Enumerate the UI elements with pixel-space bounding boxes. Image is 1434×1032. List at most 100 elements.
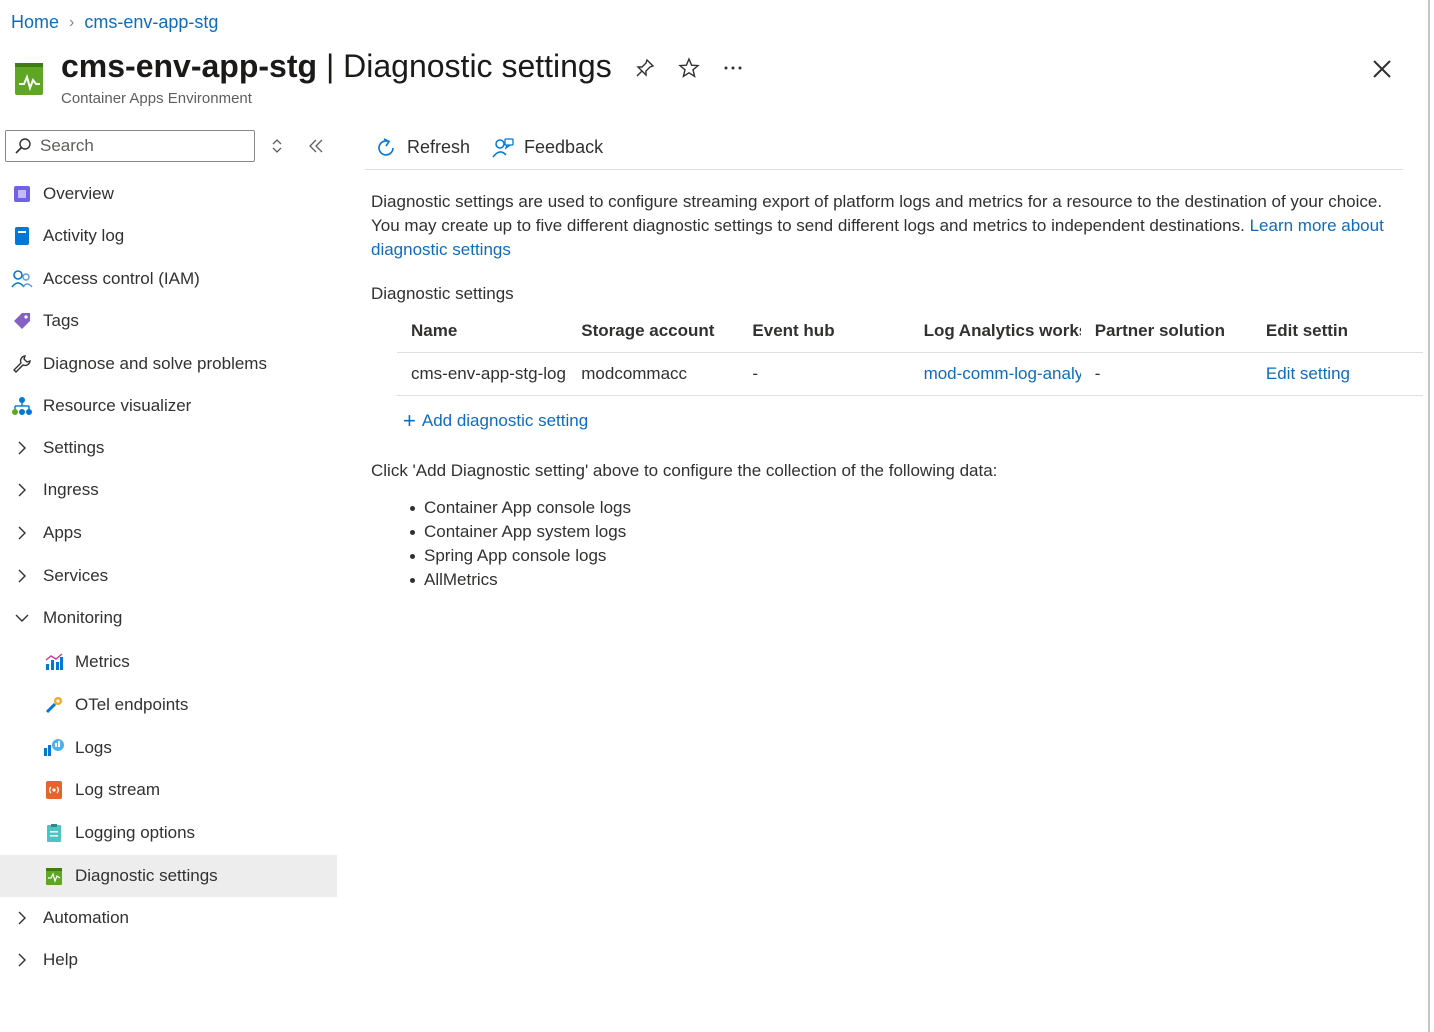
sidebar-item-label: Apps [43,523,82,542]
command-bar: Refresh Feedback [365,126,1403,170]
breadcrumb: Home › cms-env-app-stg [11,12,218,33]
page-title: cms-env-app-stg | Diagnostic settings [61,48,612,85]
chevron-right-icon [11,479,33,501]
overview-icon [11,183,33,205]
sidebar-item-ingress[interactable]: Ingress [0,469,337,511]
column-header-name[interactable]: Name [397,321,567,341]
sidebar-item-otel-endpoints[interactable]: OTel endpoints [0,684,337,726]
column-header-event-hub[interactable]: Event hub [738,321,909,341]
sidebar-item-label: Overview [43,184,114,203]
sidebar-item-logs[interactable]: Logs [0,727,337,769]
list-item: Spring App console logs [410,544,631,568]
more-options-icon[interactable] [721,56,745,80]
sidebar-item-label: Diagnose and solve problems [43,354,267,373]
log-stream-icon [43,779,65,801]
page-subtitle: Container Apps Environment [61,90,252,107]
close-icon[interactable] [1369,56,1395,82]
activity-log-icon [11,225,33,247]
sidebar-item-label: Diagnostic settings [75,866,218,885]
sidebar-item-apps[interactable]: Apps [0,512,337,554]
feedback-button[interactable]: Feedback [491,136,603,160]
sort-icon[interactable] [268,136,286,156]
sidebar-item-label: Automation [43,908,129,927]
search-box [5,130,255,162]
collapse-sidebar-icon[interactable] [306,136,326,156]
sidebar-item-diagnose[interactable]: Diagnose and solve problems [0,343,337,385]
column-header-partner-solution[interactable]: Partner solution [1081,321,1252,341]
column-header-edit-setting[interactable]: Edit settin [1252,321,1423,341]
sidebar-item-label: Resource visualizer [43,396,192,415]
breadcrumb-resource-link[interactable]: cms-env-app-stg [84,12,218,33]
cell-partner-solution: - [1094,364,1101,383]
list-item: AllMetrics [410,568,631,592]
sidebar-item-settings[interactable]: Settings [0,427,337,469]
sidebar-item-label: Services [43,566,109,585]
feedback-label: Feedback [524,137,604,157]
refresh-label: Refresh [407,137,471,157]
sidebar-item-label: Access control (IAM) [43,269,200,288]
favorite-star-icon[interactable] [677,56,701,80]
sidebar-item-logging-options[interactable]: Logging options [0,812,337,854]
sidebar-item-automation[interactable]: Automation [0,897,337,939]
sidebar-item-services[interactable]: Services [0,555,337,597]
sidebar-item-label: Settings [43,438,105,457]
sidebar-item-overview[interactable]: Overview [0,173,337,215]
sidebar-item-label: Log stream [75,780,161,799]
sidebar-item-access-control[interactable]: Access control (IAM) [0,258,337,300]
breadcrumb-home-link[interactable]: Home [11,12,59,33]
feedback-icon [492,137,514,157]
sidebar-item-label: Logging options [75,823,196,842]
sidebar-item-diagnostic-settings[interactable]: Diagnostic settings [0,855,337,897]
search-input[interactable] [40,136,240,156]
collection-note: Click 'Add Diagnostic setting' above to … [371,461,998,480]
column-header-log-analytics[interactable]: Log Analytics works... [910,321,1081,341]
cell-log-analytics-link[interactable]: mod-comm-log-analyt [910,364,1081,384]
title-actions [633,56,745,80]
diagnostic-settings-icon [43,865,65,887]
sidebar-item-label: Help [43,950,78,969]
chevron-right-icon [11,437,33,459]
cell-storage-account: modcommacc [581,364,688,383]
sidebar-item-log-stream[interactable]: Log stream [0,769,337,811]
sidebar-item-tags[interactable]: Tags [0,300,337,342]
collection-list: Container App console logs Container App… [410,496,631,592]
column-header-storage-account[interactable]: Storage account [567,321,738,341]
refresh-button[interactable]: Refresh [374,136,470,160]
sidebar-item-resource-visualizer[interactable]: Resource visualizer [0,385,337,427]
pin-icon[interactable] [633,56,657,80]
sidebar-item-metrics[interactable]: Metrics [0,641,337,683]
page-title-resource: cms-env-app-stg [61,48,318,84]
metrics-icon [43,651,65,673]
chevron-down-icon [11,607,33,629]
list-item: Container App system logs [410,520,631,544]
chevron-right-icon [11,907,33,929]
sidebar-item-activity-log[interactable]: Activity log [0,215,337,257]
table-row: cms-env-app-stg-log modcommacc - mod-com… [397,353,1423,396]
container-apps-environment-icon [15,63,43,95]
clipboard-icon [43,822,65,844]
sidebar-item-label: Tags [43,311,79,330]
sidebar-item-label: Ingress [43,480,99,499]
page-title-separator: | [317,48,344,84]
diagnostic-settings-table: Name Storage account Event hub Log Analy… [397,310,1423,396]
refresh-icon [378,137,394,156]
chevron-right-icon [11,949,33,971]
plus-icon: + [403,408,416,433]
search-icon [15,138,31,154]
chevron-right-icon [11,565,33,587]
sidebar-item-label: Metrics [75,652,130,671]
edit-setting-link[interactable]: Edit setting [1252,364,1423,384]
section-label: Diagnostic settings [371,284,514,303]
add-diagnostic-setting-button[interactable]: + Add diagnostic setting [403,410,588,432]
sidebar-item-monitoring[interactable]: Monitoring [0,597,337,639]
sidebar-item-label: Activity log [43,226,125,245]
people-icon [11,268,33,290]
sidebar-item-help[interactable]: Help [0,939,337,981]
hierarchy-icon [11,395,33,417]
sidebar-item-label: OTel endpoints [75,695,189,714]
window-edge [1428,0,1434,1032]
breadcrumb-separator-icon: › [69,13,75,31]
cell-event-hub: - [752,364,759,383]
sidebar-item-label: Logs [75,738,112,757]
description-text: Diagnostic settings are used to configur… [371,192,1383,235]
